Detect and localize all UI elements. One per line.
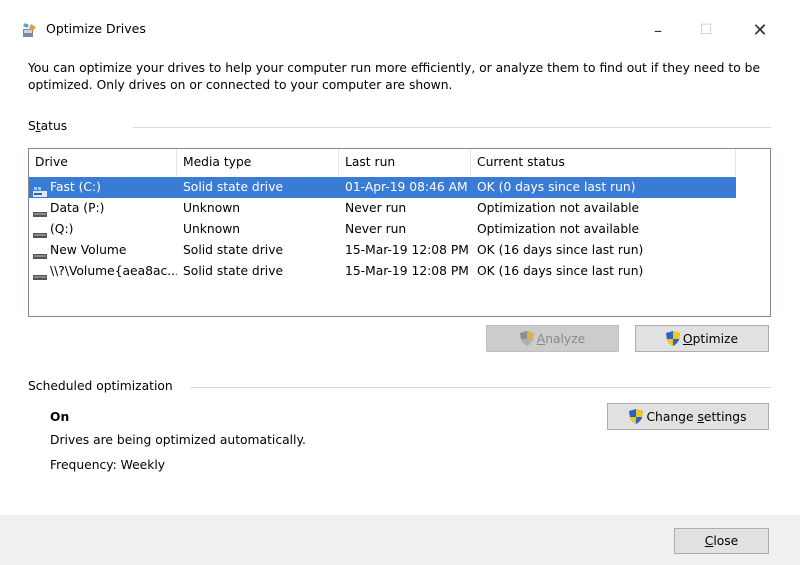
schedule-description: Drives are being optimized automatically…: [50, 433, 306, 447]
analyze-button[interactable]: Analyze: [486, 325, 619, 352]
change-settings-label-pre: Change: [646, 409, 698, 424]
maximize-button[interactable]: ☐: [684, 10, 728, 50]
last-run-cell: Never run: [345, 201, 407, 215]
drive-name: (Q:): [50, 222, 74, 236]
last-run-cell: Never run: [345, 222, 407, 236]
windows-drive-icon: [33, 183, 47, 197]
current-status-cell: OK (16 days since last run): [477, 243, 644, 257]
drive-row[interactable]: New Volume Solid state drive 15-Mar-19 1…: [29, 240, 736, 261]
hard-drive-icon: [33, 267, 47, 280]
drive-name: New Volume: [50, 243, 127, 257]
uac-shield-icon: [629, 409, 644, 424]
drive-cell: \\?\Volume{aea8ac...: [33, 261, 177, 282]
window-title: Optimize Drives: [46, 21, 146, 36]
current-status-cell: Optimization not available: [477, 201, 640, 215]
drive-cell: New Volume: [33, 240, 177, 261]
drive-name: Data (P:): [50, 201, 105, 215]
media-type-cell: Solid state drive: [183, 180, 284, 194]
analyze-access-key: A: [536, 331, 546, 346]
hard-drive-icon: [33, 246, 47, 259]
last-run-cell: 01-Apr-19 08:46 AM: [345, 180, 468, 194]
drive-name: Fast (C:): [50, 180, 101, 194]
drive-row[interactable]: \\?\Volume{aea8ac... Solid state drive 1…: [29, 261, 736, 282]
analyze-label: Analyze: [537, 332, 585, 346]
scheduled-optimization-label: Scheduled optimization: [28, 379, 173, 393]
optimize-drives-app-icon: [22, 22, 38, 38]
current-status-cell: Optimization not available: [477, 222, 640, 236]
current-status-cell: OK (16 days since last run): [477, 264, 644, 278]
last-run-cell: 15-Mar-19 12:08 PM: [345, 243, 469, 257]
close-window-button[interactable]: ✕: [738, 10, 782, 50]
change-settings-button[interactable]: Change settings: [607, 403, 769, 430]
drive-row[interactable]: Data (P:) Unknown Never run Optimization…: [29, 198, 736, 219]
optimize-label-rest: ptimize: [692, 331, 739, 346]
status-divider: [133, 127, 771, 128]
drive-cell: Data (P:): [33, 198, 177, 219]
uac-shield-icon: [519, 331, 534, 346]
drive-row[interactable]: Fast (C:) Solid state drive 01-Apr-19 08…: [29, 177, 736, 198]
scheduled-divider: [190, 387, 771, 388]
optimize-label: Optimize: [683, 332, 738, 346]
column-header-last-run[interactable]: Last run: [339, 149, 471, 176]
column-header-current-status[interactable]: Current status: [471, 149, 736, 176]
optimize-access-key: O: [682, 331, 693, 346]
status-section-label: Status: [28, 119, 67, 133]
drive-list[interactable]: Drive Media type Last run Current status…: [28, 148, 771, 317]
status-label-part: atus: [40, 119, 68, 133]
drive-cell: (Q:): [33, 219, 177, 240]
title-bar: Optimize Drives – ☐ ✕: [0, 0, 800, 52]
column-header-media-type[interactable]: Media type: [177, 149, 339, 176]
change-settings-label: Change settings: [646, 410, 746, 424]
drive-row[interactable]: (Q:) Unknown Never run Optimization not …: [29, 219, 736, 240]
drive-cell: Fast (C:): [33, 177, 177, 198]
schedule-state: On: [50, 410, 70, 424]
hard-drive-icon: [33, 204, 47, 217]
close-label-rest: lose: [713, 534, 739, 548]
minimize-button[interactable]: –: [636, 10, 680, 50]
uac-shield-icon: [665, 331, 680, 346]
close-label: Close: [705, 534, 739, 548]
media-type-cell: Unknown: [183, 222, 241, 236]
optimize-button[interactable]: Optimize: [635, 325, 769, 352]
close-button[interactable]: Close: [674, 528, 769, 554]
drive-name: \\?\Volume{aea8ac...: [50, 264, 177, 278]
status-label-part: S: [28, 119, 36, 133]
media-type-cell: Solid state drive: [183, 243, 284, 257]
media-type-cell: Solid state drive: [183, 264, 284, 278]
analyze-label-rest: nalyze: [545, 331, 586, 346]
change-settings-label-post: ettings: [703, 409, 747, 424]
intro-text: You can optimize your drives to help you…: [28, 61, 761, 92]
current-status-cell: OK (0 days since last run): [477, 180, 636, 194]
schedule-frequency: Frequency: Weekly: [50, 458, 166, 472]
hard-drive-icon: [33, 225, 47, 238]
media-type-cell: Unknown: [183, 201, 241, 215]
last-run-cell: 15-Mar-19 12:08 PM: [345, 264, 469, 278]
column-header-drive[interactable]: Drive: [29, 149, 177, 176]
